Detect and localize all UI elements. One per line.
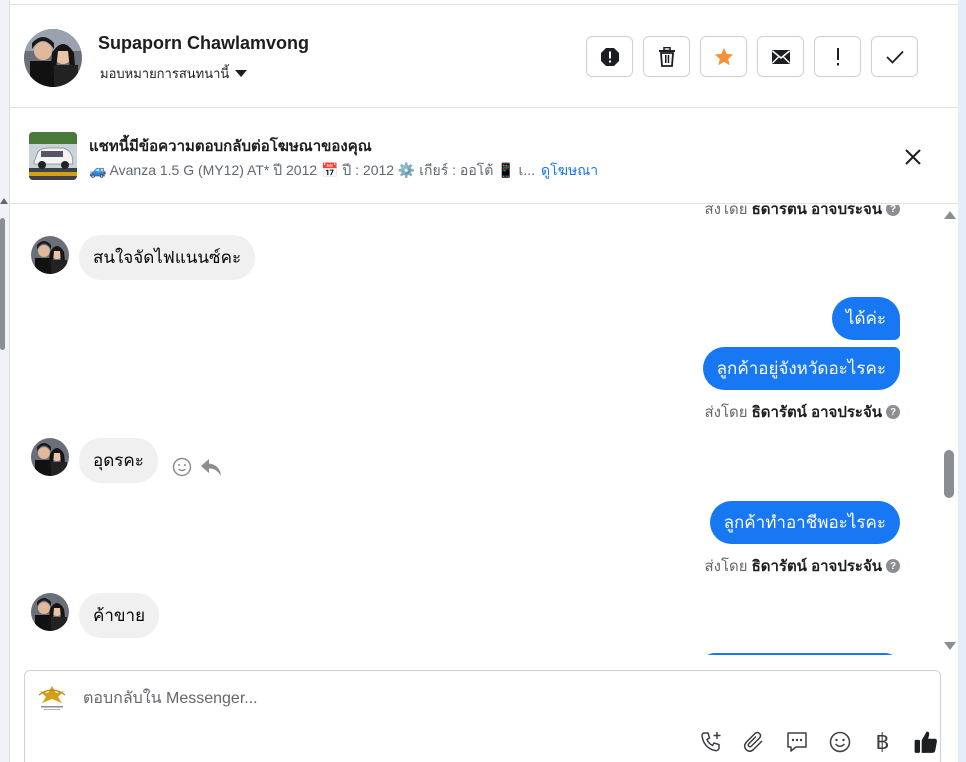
emoji-button[interactable] (818, 727, 861, 757)
emoji-icon (829, 731, 850, 753)
help-icon[interactable]: ? (886, 205, 900, 216)
star-button[interactable] (700, 36, 747, 77)
reply-button[interactable] (200, 457, 222, 482)
call-button[interactable] (689, 727, 732, 757)
smiley-icon (172, 457, 192, 477)
mark-spam-button[interactable] (586, 36, 633, 77)
ad-banner-title: แชทนี้มีข้อความตอบกลับต่อโฆษณาของคุณ (89, 138, 372, 155)
composer-tools: ฿ (689, 727, 947, 757)
sent-by-label: ส่งโดย ธิดารัตน์ อาจประจัน ? (704, 554, 900, 578)
mark-unread-button[interactable] (757, 36, 804, 77)
close-icon (905, 149, 921, 165)
incoming-message[interactable]: อุดรคะ (79, 438, 158, 483)
envelope-icon (771, 49, 790, 64)
customer-avatar-small[interactable] (31, 438, 69, 476)
react-button[interactable] (172, 457, 192, 482)
ad-banner-subtitle: 🚙 Avanza 1.5 G (MY12) AT* ปี 2012 📅 ปี :… (89, 160, 598, 182)
delete-button[interactable] (643, 36, 690, 77)
attach-button[interactable] (732, 727, 775, 757)
view-ad-link[interactable]: ดูโฆษณา (541, 162, 598, 178)
scroll-up-arrow[interactable] (944, 211, 956, 219)
payment-button[interactable]: ฿ (861, 727, 904, 757)
help-icon[interactable]: ? (886, 405, 900, 419)
scroll-down-arrow[interactable] (944, 642, 956, 650)
conversation-panel: Supaporn Chawlamvong มอบหมายการสนทนานี้ (10, 0, 958, 762)
scroll-thumb[interactable] (944, 450, 954, 498)
outgoing-message[interactable]: ได้ค่ะ (831, 297, 900, 340)
right-rail (958, 0, 966, 762)
page-logo (35, 683, 69, 711)
thread-scrollbar[interactable] (942, 205, 958, 655)
mark-done-button[interactable] (871, 36, 918, 77)
exclamation-icon (836, 47, 839, 65)
outgoing-message[interactable]: ลูกค้าอยู่จังหวัดอะไรคะ (702, 347, 900, 390)
conversation-header: Supaporn Chawlamvong มอบหมายการสนทนานี้ (10, 4, 958, 108)
outgoing-message[interactable]: ลูกค้าทำอาชีพอะไรคะ (709, 501, 900, 544)
like-button[interactable] (904, 727, 947, 757)
customer-avatar-small[interactable] (31, 236, 69, 274)
incoming-message[interactable]: ค้าขาย (79, 593, 160, 638)
reply-arrow-icon (201, 459, 221, 476)
follow-up-button[interactable] (814, 36, 861, 77)
incoming-message[interactable]: สนใจจัดไฟแนนซ์คะ (79, 235, 256, 280)
outgoing-message-partial[interactable] (700, 653, 900, 655)
message-composer: ฿ (24, 670, 941, 762)
thumbs-up-icon (914, 731, 937, 753)
ad-description: 🚙 Avanza 1.5 G (MY12) AT* ปี 2012 📅 ปี :… (89, 162, 536, 178)
baht-icon: ฿ (875, 729, 890, 755)
help-icon[interactable]: ? (886, 559, 900, 573)
ad-reply-banner: แชทนี้มีข้อความตอบกลับต่อโฆษณาของคุณ 🚙 A… (10, 109, 958, 204)
caret-down-icon (235, 70, 248, 77)
phone-add-icon (700, 732, 720, 752)
alert-circle-icon (600, 47, 619, 66)
assign-label: มอบหมายการสนทนานี้ (100, 66, 230, 81)
ad-thumbnail[interactable] (29, 132, 77, 180)
star-icon (714, 47, 733, 65)
customer-avatar[interactable] (24, 29, 82, 87)
sent-by-label: ส่งโดย ธิดารัตน์ อาจประจัน ? (704, 400, 900, 424)
customer-avatar-small[interactable] (31, 593, 69, 631)
left-scroll-thumb[interactable] (0, 218, 5, 350)
left-scroll-up-arrow[interactable] (0, 198, 8, 204)
left-scroll-rail[interactable] (0, 0, 10, 762)
assign-conversation-dropdown[interactable]: มอบหมายการสนทนานี้ (100, 63, 248, 84)
trash-icon (658, 46, 675, 67)
customer-name[interactable]: Supaporn Chawlamvong (98, 33, 309, 54)
reply-input[interactable] (83, 687, 683, 711)
message-thread[interactable]: ส่งโดย ธิดารัตน์ อาจประจัน ? สนใจจัดไฟแน… (10, 205, 942, 655)
header-actions (586, 36, 918, 77)
saved-replies-button[interactable] (775, 727, 818, 757)
check-icon (885, 50, 904, 64)
chat-bubble-icon (786, 732, 807, 752)
paperclip-icon (743, 731, 763, 752)
sent-by-label: ส่งโดย ธิดารัตน์ อาจประจัน ? (704, 205, 900, 221)
close-banner-button[interactable] (903, 147, 923, 167)
